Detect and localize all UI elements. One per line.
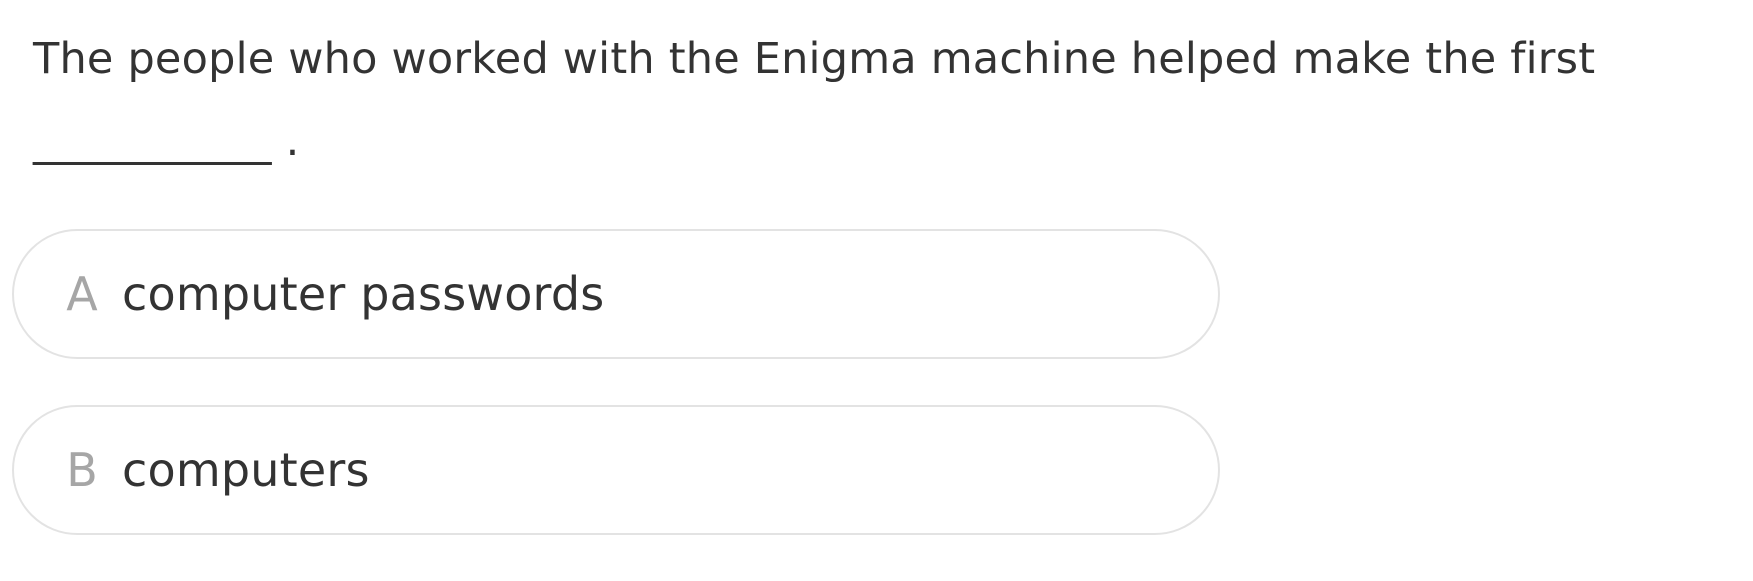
option-letter: B (66, 443, 98, 497)
option-label: computers (122, 443, 370, 497)
question-end-punctuation: . (271, 116, 300, 166)
answer-blank: ___________ (33, 116, 272, 166)
option-a-button[interactable]: A computer passwords (12, 229, 1220, 359)
option-letter: A (66, 267, 98, 321)
question-stem: The people who worked with the Enigma ma… (33, 34, 1596, 84)
option-label: computer passwords (122, 267, 605, 321)
question-text: The people who worked with the Enigma ma… (33, 18, 1723, 182)
answer-options: A computer passwords B computers (12, 229, 1220, 581)
option-b-button[interactable]: B computers (12, 405, 1220, 535)
